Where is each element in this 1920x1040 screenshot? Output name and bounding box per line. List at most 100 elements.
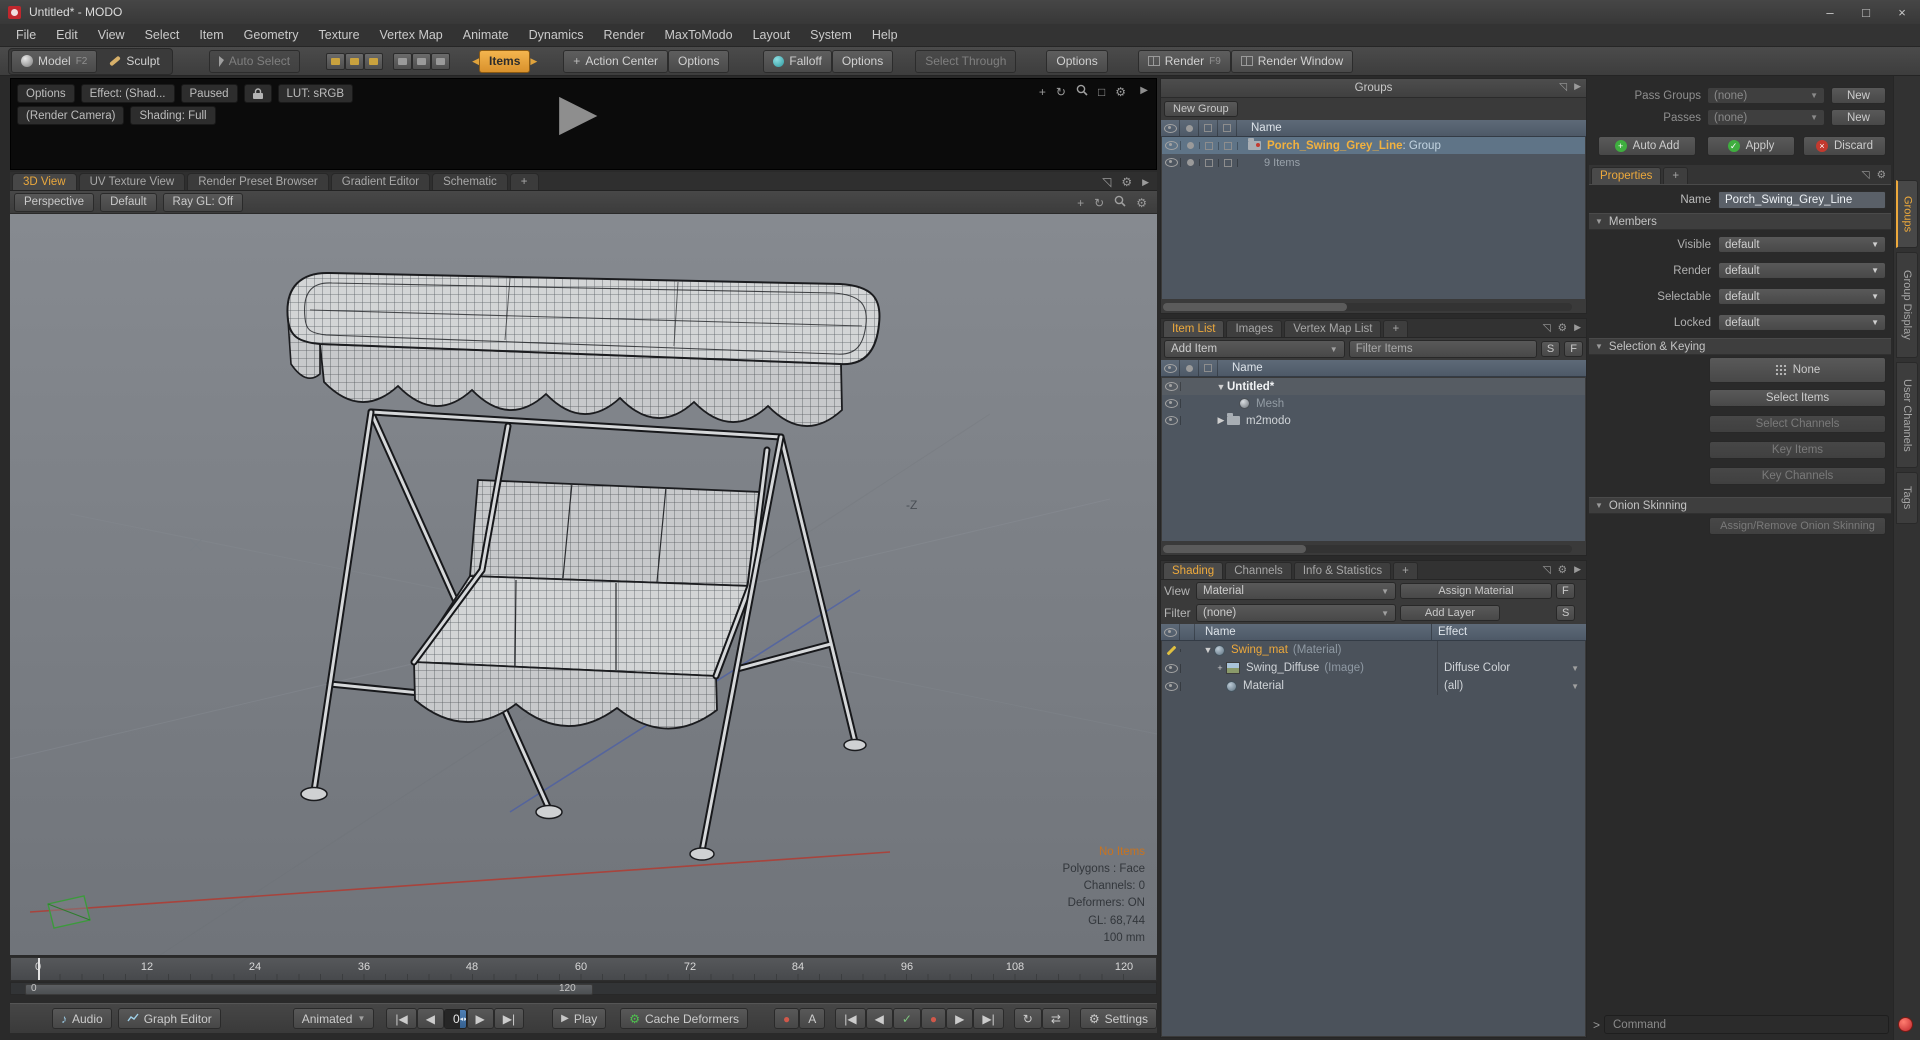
render-button[interactable]: Render F9	[1137, 49, 1231, 73]
items-scroll-left-icon[interactable]: ◀	[472, 56, 479, 67]
3d-viewport[interactable]: -Z No Items Polygons : Face Channels: 0 …	[10, 214, 1157, 955]
render-column-icon[interactable]	[1185, 124, 1193, 132]
assign-onion-skinning-button[interactable]: Assign/Remove Onion Skinning	[1709, 517, 1886, 535]
tab-schematic[interactable]: Schematic	[432, 173, 508, 190]
menu-edit[interactable]: Edit	[46, 28, 88, 42]
auto-key-button[interactable]: A	[799, 1008, 826, 1029]
onion-skinning-section-header[interactable]: ▼ Onion Skinning	[1589, 497, 1891, 514]
preview-play-icon[interactable]: ▶	[559, 87, 597, 137]
notification-dot[interactable]	[1898, 1017, 1913, 1032]
select-center-icon[interactable]	[431, 52, 451, 70]
tab-vertex-map-list[interactable]: Vertex Map List	[1284, 320, 1382, 337]
viewport-expand-icon[interactable]: ◹	[1102, 175, 1111, 189]
groups-expand-icon[interactable]: ◹	[1559, 81, 1567, 93]
audio-button[interactable]: ♪ Audio	[52, 1008, 112, 1029]
selection-keying-section-header[interactable]: ▼ Selection & Keying	[1589, 338, 1891, 355]
select-vertices-icon[interactable]	[326, 52, 346, 70]
add-tab-button[interactable]: +	[509, 173, 539, 190]
preview-shading-button[interactable]: Shading: Full	[130, 106, 216, 125]
item-list-hscroll-thumb[interactable]	[1163, 545, 1307, 553]
scene-expand-icon[interactable]: ▼	[1215, 382, 1227, 392]
group-filter-icon[interactable]	[1224, 141, 1232, 150]
key-forward-button[interactable]: ▶	[946, 1008, 974, 1029]
menu-select[interactable]: Select	[135, 28, 190, 42]
preview-effect-button[interactable]: Effect: (Shad...	[80, 84, 175, 103]
items-scroll-right-icon[interactable]: ▶	[530, 56, 537, 67]
scene-visibility-icon[interactable]	[1164, 382, 1178, 391]
timeline-range-slider[interactable]: 0 120	[10, 982, 1157, 995]
view-dropdown[interactable]: Material ▼	[1196, 582, 1396, 600]
menu-help[interactable]: Help	[862, 28, 908, 42]
key-channels-button[interactable]: Key Channels	[1709, 467, 1886, 485]
groups-panel-arrow-icon[interactable]: ▶	[1574, 81, 1581, 93]
select-edges-icon[interactable]	[345, 52, 365, 70]
menu-geometry[interactable]: Geometry	[234, 28, 309, 42]
menu-file[interactable]: File	[6, 28, 46, 42]
tab-properties[interactable]: Properties	[1591, 167, 1662, 184]
material-visibility-icon[interactable]	[1164, 681, 1178, 691]
shader-row-material[interactable]: Material (all) ▼	[1162, 677, 1585, 695]
shading-arrow-icon[interactable]: ▶	[1574, 564, 1581, 576]
menu-vertex-map[interactable]: Vertex Map	[370, 28, 453, 42]
menu-layout[interactable]: Layout	[743, 28, 801, 42]
visibility-column-icon[interactable]	[1163, 123, 1177, 133]
render-window-button[interactable]: Render Window	[1230, 49, 1354, 73]
tab-uv-texture-view[interactable]: UV Texture View	[78, 173, 186, 190]
shader-row-swing-mat[interactable]: ▼ Swing_mat (Material)	[1162, 641, 1585, 659]
discard-button[interactable]: × Discard	[1803, 136, 1886, 156]
preview-gear-icon[interactable]: ⚙	[1115, 85, 1126, 99]
preview-camera-button[interactable]: (Render Camera)	[17, 106, 125, 125]
shading-f-button[interactable]: F	[1556, 583, 1575, 599]
shading-gear-icon[interactable]: ⚙	[1558, 564, 1567, 576]
pingpong-button[interactable]: ⇄	[1041, 1008, 1070, 1029]
passes-dropdown[interactable]: (none) ▼	[1707, 109, 1825, 126]
selectable-dropdown[interactable]: default ▼	[1718, 288, 1886, 305]
viewport-panel-arrow-icon[interactable]: ▶	[1142, 177, 1149, 188]
select-polygons-icon[interactable]	[364, 52, 384, 70]
tab-shading[interactable]: Shading	[1163, 562, 1224, 579]
menu-texture[interactable]: Texture	[309, 28, 370, 42]
item-list-add-tab[interactable]: +	[1383, 320, 1409, 337]
tab-gradient-editor[interactable]: Gradient Editor	[330, 173, 431, 190]
model-mode-button[interactable]: Model F2	[11, 49, 98, 73]
apply-button[interactable]: ✓ Apply	[1707, 136, 1795, 156]
frame-spinner[interactable]: ◂▸	[459, 1009, 466, 1028]
shading-s-button[interactable]: S	[1556, 605, 1576, 621]
add-layer-button[interactable]: Add Layer	[1400, 605, 1500, 621]
step-forward-button[interactable]: ▶	[466, 1008, 494, 1029]
swing-mat-expand-icon[interactable]: ▼	[1202, 645, 1214, 655]
preview-panel-arrow-icon[interactable]: ▶	[1140, 85, 1148, 96]
render-dropdown[interactable]: default ▼	[1718, 262, 1886, 279]
item-row-mesh[interactable]: Mesh	[1162, 395, 1585, 412]
vp-gear-icon[interactable]: ⚙	[1136, 196, 1147, 210]
tab-channels[interactable]: Channels	[1225, 562, 1292, 579]
item-list-arrow-icon[interactable]: ▶	[1574, 322, 1581, 334]
menu-item[interactable]: Item	[189, 28, 233, 42]
vp-orbit-icon[interactable]: ↻	[1094, 196, 1104, 210]
preview-orbit-icon[interactable]: ↻	[1056, 85, 1066, 99]
properties-add-tab[interactable]: +	[1663, 167, 1689, 184]
menu-render[interactable]: Render	[594, 28, 655, 42]
close-button[interactable]: ×	[1884, 0, 1920, 24]
preview-paused-button[interactable]: Paused	[180, 84, 238, 103]
vp-zoom-icon[interactable]	[1114, 195, 1126, 210]
frame-value[interactable]: 0	[444, 1009, 460, 1028]
go-to-end-button[interactable]: ▶|	[493, 1008, 525, 1029]
tab-info-statistics[interactable]: Info & Statistics	[1293, 562, 1392, 579]
play-button[interactable]: ▶ Play	[552, 1008, 607, 1029]
pass-groups-dropdown[interactable]: (none) ▼	[1707, 87, 1825, 104]
material-effect-dropdown[interactable]: (all) ▼	[1437, 677, 1585, 695]
item-visibility-column-icon[interactable]	[1163, 363, 1177, 373]
tab-3d-view[interactable]: 3D View	[12, 173, 77, 190]
properties-gear-icon[interactable]: ⚙	[1877, 169, 1886, 181]
filter-column-icon[interactable]	[1223, 124, 1231, 132]
members-section-header[interactable]: ▼ Members	[1589, 213, 1891, 230]
rail-tab-group-display[interactable]: Group Display	[1896, 252, 1918, 358]
layer-visibility-column-icon[interactable]	[1163, 627, 1177, 637]
swing-diffuse-expand-icon[interactable]: +	[1214, 663, 1226, 673]
swing-diffuse-visibility-icon[interactable]	[1164, 663, 1178, 673]
item-list-expand-icon[interactable]: ◹	[1543, 322, 1551, 334]
preview-options-button[interactable]: Options	[17, 84, 75, 103]
falloff-button[interactable]: Falloff	[763, 49, 832, 73]
cache-deformers-button[interactable]: ⚙ Cache Deformers	[620, 1008, 748, 1029]
